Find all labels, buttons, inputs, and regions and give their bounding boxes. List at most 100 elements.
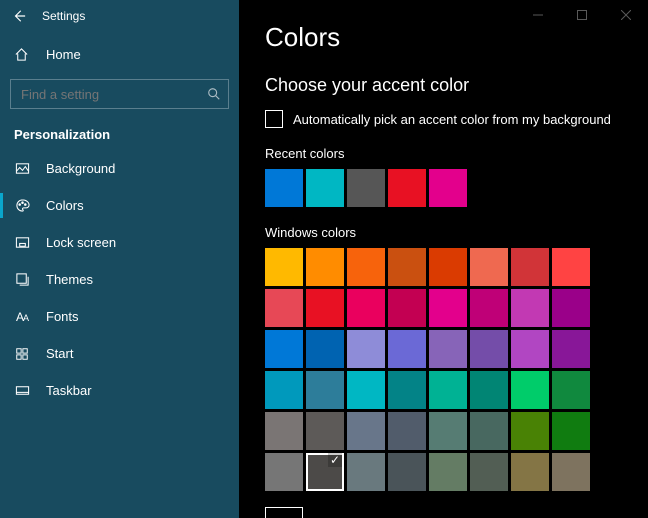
- color-swatch[interactable]: [552, 412, 590, 450]
- auto-accent-label: Automatically pick an accent color from …: [293, 112, 611, 127]
- color-swatch[interactable]: [306, 412, 344, 450]
- content: Colors Choose your accent color Automati…: [239, 0, 648, 518]
- color-swatch[interactable]: [388, 169, 426, 207]
- color-swatch[interactable]: [347, 248, 385, 286]
- color-swatch[interactable]: [511, 371, 549, 409]
- color-swatch[interactable]: [429, 412, 467, 450]
- color-swatch[interactable]: [552, 289, 590, 327]
- color-swatch[interactable]: [265, 330, 303, 368]
- color-swatch[interactable]: [388, 330, 426, 368]
- color-swatch[interactable]: [388, 289, 426, 327]
- color-swatch[interactable]: [306, 371, 344, 409]
- color-swatch[interactable]: [388, 371, 426, 409]
- color-swatch[interactable]: [347, 169, 385, 207]
- nav-label: Taskbar: [46, 383, 92, 398]
- color-swatch[interactable]: [470, 330, 508, 368]
- nav-background[interactable]: Background: [0, 150, 239, 187]
- window-controls: [516, 0, 648, 30]
- color-swatch[interactable]: [511, 248, 549, 286]
- color-swatch[interactable]: [470, 453, 508, 491]
- nav-label: Lock screen: [46, 235, 116, 250]
- windows-colors: [265, 248, 605, 491]
- color-swatch[interactable]: [511, 289, 549, 327]
- start-icon: [14, 347, 30, 361]
- taskbar-icon: [14, 383, 30, 398]
- close-button[interactable]: [604, 0, 648, 30]
- color-swatch[interactable]: [470, 248, 508, 286]
- color-swatch[interactable]: [552, 330, 590, 368]
- palette-icon: [14, 198, 30, 213]
- lockscreen-icon: [14, 235, 30, 250]
- search-input-wrap: [10, 79, 229, 109]
- color-swatch[interactable]: [306, 453, 344, 491]
- color-swatch[interactable]: [429, 289, 467, 327]
- color-swatch[interactable]: [552, 453, 590, 491]
- home-icon: [14, 47, 30, 62]
- page-subtitle: Choose your accent color: [265, 75, 648, 96]
- color-swatch[interactable]: [306, 248, 344, 286]
- nav: Background Colors Lock screen Themes AA …: [0, 150, 239, 409]
- nav-label: Start: [46, 346, 73, 361]
- color-swatch[interactable]: [265, 248, 303, 286]
- nav-taskbar[interactable]: Taskbar: [0, 372, 239, 409]
- nav-label: Colors: [46, 198, 84, 213]
- color-swatch[interactable]: [511, 412, 549, 450]
- maximize-button[interactable]: [560, 0, 604, 30]
- recent-colors-label: Recent colors: [265, 146, 648, 161]
- color-swatch[interactable]: [347, 412, 385, 450]
- color-swatch[interactable]: [429, 248, 467, 286]
- color-swatch[interactable]: [347, 289, 385, 327]
- custom-color-button[interactable]: + Custom color: [265, 507, 648, 518]
- nav-start[interactable]: Start: [0, 335, 239, 372]
- search-icon: [207, 87, 221, 101]
- color-swatch[interactable]: [429, 330, 467, 368]
- color-swatch[interactable]: [265, 169, 303, 207]
- color-swatch[interactable]: [511, 330, 549, 368]
- color-swatch[interactable]: [347, 371, 385, 409]
- color-swatch[interactable]: [265, 453, 303, 491]
- windows-colors-label: Windows colors: [265, 225, 648, 240]
- search-input[interactable]: [10, 79, 229, 109]
- nav-themes[interactable]: Themes: [0, 261, 239, 298]
- color-swatch[interactable]: [552, 371, 590, 409]
- picture-icon: [14, 161, 30, 176]
- auto-accent-row[interactable]: Automatically pick an accent color from …: [265, 110, 648, 128]
- section-header: Personalization: [0, 109, 239, 150]
- color-swatch[interactable]: [265, 371, 303, 409]
- color-swatch[interactable]: [306, 289, 344, 327]
- nav-colors[interactable]: Colors: [0, 187, 239, 224]
- back-button[interactable]: [10, 7, 28, 25]
- minimize-button[interactable]: [516, 0, 560, 30]
- nav-fonts[interactable]: AA Fonts: [0, 298, 239, 335]
- home-label: Home: [46, 47, 81, 62]
- color-swatch[interactable]: [429, 371, 467, 409]
- color-swatch[interactable]: [470, 289, 508, 327]
- recent-colors: [265, 169, 475, 207]
- color-swatch[interactable]: [347, 453, 385, 491]
- color-swatch[interactable]: [306, 330, 344, 368]
- color-swatch[interactable]: [347, 330, 385, 368]
- color-swatch[interactable]: [388, 248, 426, 286]
- color-swatch[interactable]: [265, 412, 303, 450]
- checkbox-icon: [265, 110, 283, 128]
- color-swatch[interactable]: [552, 248, 590, 286]
- app-title: Settings: [42, 9, 85, 23]
- color-swatch[interactable]: [511, 453, 549, 491]
- nav-lockscreen[interactable]: Lock screen: [0, 224, 239, 261]
- color-swatch[interactable]: [388, 453, 426, 491]
- fonts-icon: AA: [14, 310, 30, 324]
- color-swatch[interactable]: [306, 169, 344, 207]
- nav-label: Themes: [46, 272, 93, 287]
- color-swatch[interactable]: [470, 371, 508, 409]
- themes-icon: [14, 272, 30, 287]
- sidebar: Settings Home Personalization Background…: [0, 0, 239, 518]
- home-button[interactable]: Home: [0, 38, 239, 71]
- nav-label: Background: [46, 161, 115, 176]
- color-swatch[interactable]: [429, 453, 467, 491]
- color-swatch[interactable]: [388, 412, 426, 450]
- color-swatch[interactable]: [470, 412, 508, 450]
- color-swatch[interactable]: [265, 289, 303, 327]
- nav-label: Fonts: [46, 309, 79, 324]
- titlebar: Settings: [0, 0, 239, 32]
- color-swatch[interactable]: [429, 169, 467, 207]
